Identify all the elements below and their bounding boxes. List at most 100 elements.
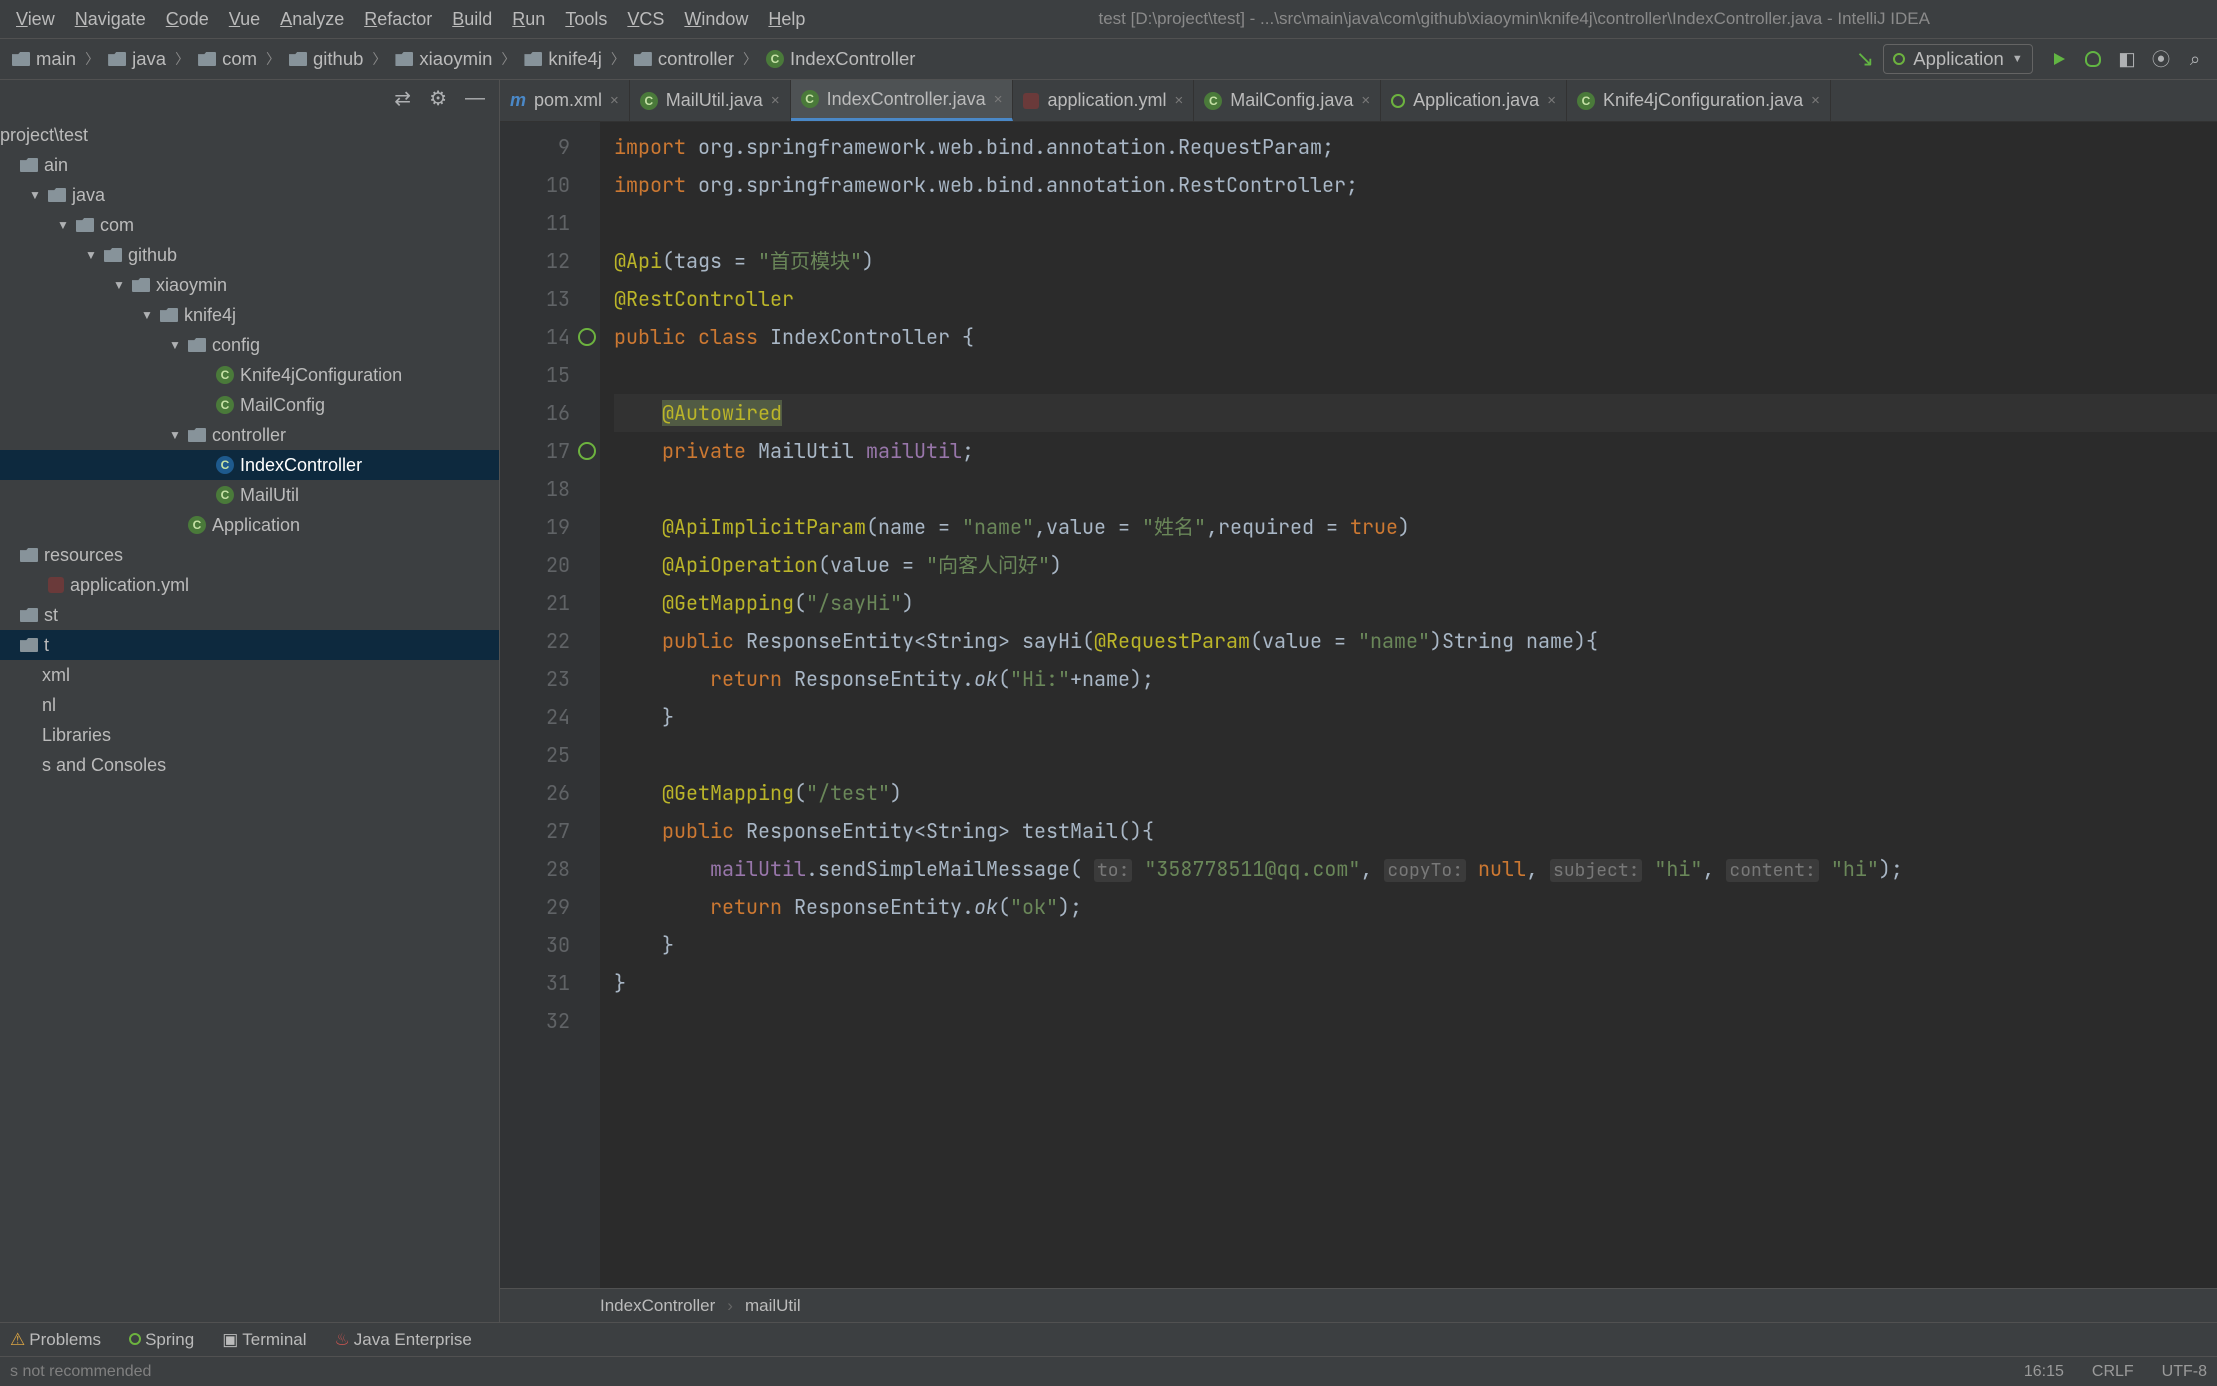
code-line-20[interactable]: @ApiOperation(value = "向客人问好") (614, 546, 2217, 584)
expand-icon[interactable]: ▼ (84, 248, 98, 262)
gutter-line-26[interactable]: 26 (508, 774, 570, 812)
breadcrumb-com[interactable]: com (192, 46, 263, 72)
code-line-9[interactable]: import org.springframework.web.bind.anno… (614, 128, 2217, 166)
code-line-28[interactable]: mailUtil.sendSimpleMailMessage( to: "358… (614, 850, 2217, 888)
breadcrumb-IndexController[interactable]: CIndexController (760, 46, 921, 72)
crumb-member[interactable]: mailUtil (745, 1296, 801, 1316)
expand-icon[interactable]: ▼ (168, 338, 182, 352)
hide-icon[interactable]: — (465, 87, 485, 110)
breadcrumb-java[interactable]: java (102, 46, 172, 72)
code-line-23[interactable]: return ResponseEntity.ok("Hi:"+name); (614, 660, 2217, 698)
expand-icon[interactable]: ▼ (168, 428, 182, 442)
menu-help[interactable]: Help (758, 7, 815, 31)
tree-item-st[interactable]: st (0, 600, 499, 630)
tree-item-MailUtil[interactable]: CMailUtil (0, 480, 499, 510)
crumb-class[interactable]: IndexController (600, 1296, 715, 1316)
close-icon[interactable]: × (1547, 92, 1556, 109)
menu-analyze[interactable]: Analyze (270, 7, 354, 31)
code-line-21[interactable]: @GetMapping("/sayHi") (614, 584, 2217, 622)
tree-item-java[interactable]: ▼java (0, 180, 499, 210)
gutter-line-15[interactable]: 15 (508, 356, 570, 394)
tree-item-Libraries[interactable]: Libraries (0, 720, 499, 750)
tab-IndexController.java[interactable]: CIndexController.java× (791, 80, 1014, 121)
code-line-16[interactable]: @Autowired (614, 394, 2217, 432)
code-line-13[interactable]: @RestController (614, 280, 2217, 318)
debug-button[interactable] (2077, 43, 2109, 75)
tree-item-controller[interactable]: ▼controller (0, 420, 499, 450)
code-line-29[interactable]: return ResponseEntity.ok("ok"); (614, 888, 2217, 926)
expand-icon[interactable]: ▼ (56, 218, 70, 232)
tree-item-nl[interactable]: nl (0, 690, 499, 720)
code-line-24[interactable]: } (614, 698, 2217, 736)
gear-icon[interactable]: ⚙ (429, 86, 447, 111)
tab-pom.xml[interactable]: mpom.xml× (500, 80, 630, 121)
select-opened-icon[interactable]: ⇄ (394, 86, 411, 111)
code-line-10[interactable]: import org.springframework.web.bind.anno… (614, 166, 2217, 204)
gutter-line-10[interactable]: 10 (508, 166, 570, 204)
code-line-18[interactable] (614, 470, 2217, 508)
tab-Application.java[interactable]: Application.java× (1381, 80, 1567, 121)
tree-item-ain[interactable]: ain (0, 150, 499, 180)
code-line-19[interactable]: @ApiImplicitParam(name = "name",value = … (614, 508, 2217, 546)
gutter-line-12[interactable]: 12 (508, 242, 570, 280)
gutter-line-22[interactable]: 22 (508, 622, 570, 660)
gutter-line-17[interactable]: 17 (508, 432, 570, 470)
tree-item-config[interactable]: ▼config (0, 330, 499, 360)
spring-tool[interactable]: Spring (129, 1330, 194, 1350)
close-icon[interactable]: × (1361, 92, 1370, 109)
tree-item-Knife4jConfiguration[interactable]: CKnife4jConfiguration (0, 360, 499, 390)
gutter-line-18[interactable]: 18 (508, 470, 570, 508)
tab-application.yml[interactable]: application.yml× (1013, 80, 1194, 121)
line-separator[interactable]: CRLF (2092, 1363, 2134, 1381)
breadcrumb-github[interactable]: github (283, 46, 369, 72)
code-line-12[interactable]: @Api(tags = "首页模块") (614, 242, 2217, 280)
gutter-line-29[interactable]: 29 (508, 888, 570, 926)
gutter-line-32[interactable]: 32 (508, 1002, 570, 1040)
code-line-27[interactable]: public ResponseEntity<String> testMail()… (614, 812, 2217, 850)
code-area[interactable]: import org.springframework.web.bind.anno… (600, 122, 2217, 1288)
terminal-tool[interactable]: ▣Terminal (222, 1330, 306, 1350)
expand-icon[interactable]: ▼ (140, 308, 154, 322)
code-line-30[interactable]: } (614, 926, 2217, 964)
menu-tools[interactable]: Tools (555, 7, 617, 31)
code-line-26[interactable]: @GetMapping("/test") (614, 774, 2217, 812)
code-line-15[interactable] (614, 356, 2217, 394)
close-icon[interactable]: × (994, 91, 1003, 108)
gutter-line-16[interactable]: 16 (508, 394, 570, 432)
code-line-22[interactable]: public ResponseEntity<String> sayHi(@Req… (614, 622, 2217, 660)
close-icon[interactable]: × (610, 92, 619, 109)
tree-item-knife4j[interactable]: ▼knife4j (0, 300, 499, 330)
close-icon[interactable]: × (1175, 92, 1184, 109)
project-tree[interactable]: project\testain▼java▼com▼github▼xiaoymin… (0, 116, 499, 1322)
close-icon[interactable]: × (1811, 92, 1820, 109)
close-icon[interactable]: × (771, 92, 780, 109)
gutter-line-11[interactable]: 11 (508, 204, 570, 242)
run-config-dropdown[interactable]: Application ▼ (1883, 44, 2033, 74)
menu-view[interactable]: View (6, 7, 65, 31)
run-button[interactable] (2043, 43, 2075, 75)
tree-item-MailConfig[interactable]: CMailConfig (0, 390, 499, 420)
gutter-line-28[interactable]: 28 (508, 850, 570, 888)
gutter-line-24[interactable]: 24 (508, 698, 570, 736)
tree-item-s and Consoles[interactable]: s and Consoles (0, 750, 499, 780)
code-line-31[interactable]: } (614, 964, 2217, 1002)
gutter-line-23[interactable]: 23 (508, 660, 570, 698)
menu-navigate[interactable]: Navigate (65, 7, 156, 31)
tree-item-xiaoymin[interactable]: ▼xiaoymin (0, 270, 499, 300)
gutter-line-19[interactable]: 19 (508, 508, 570, 546)
profile-button[interactable]: ⦿ (2145, 43, 2177, 75)
code-line-32[interactable] (614, 1002, 2217, 1040)
menu-run[interactable]: Run (502, 7, 555, 31)
tree-item-resources[interactable]: resources (0, 540, 499, 570)
menu-build[interactable]: Build (442, 7, 502, 31)
tab-MailConfig.java[interactable]: CMailConfig.java× (1194, 80, 1381, 121)
gutter-line-20[interactable]: 20 (508, 546, 570, 584)
gutter-line-9[interactable]: 9 (508, 128, 570, 166)
coverage-button[interactable]: ◧ (2111, 43, 2143, 75)
build-button[interactable]: ↘ (1849, 43, 1881, 75)
gutter[interactable]: 9101112131415161718192021222324252627282… (500, 122, 600, 1288)
tree-item-IndexController[interactable]: CIndexController (0, 450, 499, 480)
menu-refactor[interactable]: Refactor (354, 7, 442, 31)
gutter-line-27[interactable]: 27 (508, 812, 570, 850)
tree-root[interactable]: project\test (0, 120, 499, 150)
